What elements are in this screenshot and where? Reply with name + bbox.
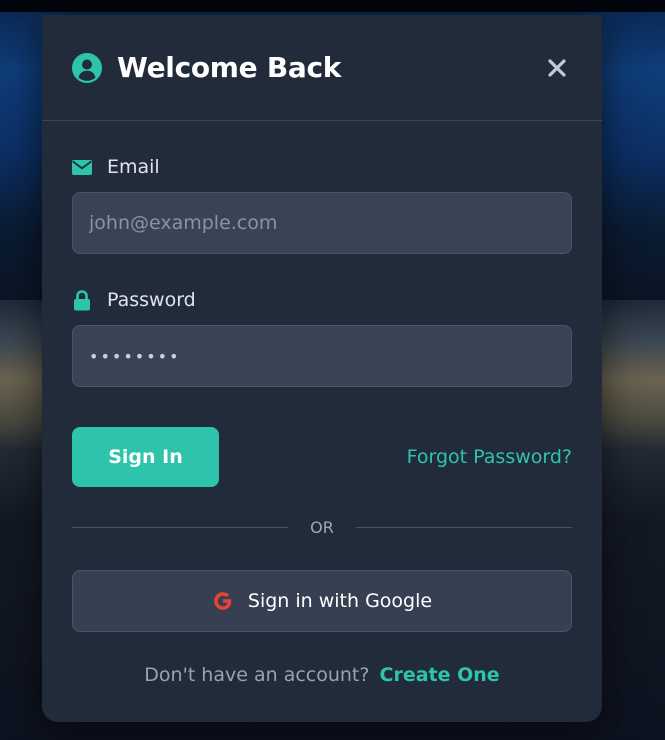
modal-header: Welcome Back xyxy=(42,15,602,121)
forgot-password-link[interactable]: Forgot Password? xyxy=(407,446,572,468)
envelope-icon xyxy=(72,159,92,175)
email-label-text: Email xyxy=(107,156,160,178)
user-circle-icon xyxy=(72,52,102,83)
form-actions: Sign In Forgot Password? xyxy=(72,427,572,487)
signup-prompt-text: Don't have an account? xyxy=(144,664,370,686)
password-label-text: Password xyxy=(107,289,196,311)
or-divider: OR xyxy=(72,518,572,537)
modal-title: Welcome Back xyxy=(117,51,342,84)
login-modal: Welcome Back Email john@example.com Pass… xyxy=(42,15,602,722)
signup-prompt: Don't have an account? Create One xyxy=(72,664,572,686)
close-icon[interactable] xyxy=(545,56,569,80)
email-input[interactable] xyxy=(72,192,572,254)
password-input[interactable] xyxy=(72,325,572,387)
google-button-label: Sign in with Google xyxy=(247,590,433,612)
password-label: Password xyxy=(72,288,572,312)
google-sign-in-button[interactable]: Sign in with Google xyxy=(72,570,572,632)
sign-in-button[interactable]: Sign In xyxy=(72,427,219,487)
lock-icon xyxy=(72,289,92,311)
modal-body: Email Password Sign In Forgot Password? … xyxy=(42,155,602,686)
create-account-link[interactable]: Create One xyxy=(380,664,500,686)
email-label: Email xyxy=(72,155,572,179)
divider-line-right xyxy=(355,527,572,528)
divider-line-left xyxy=(72,527,289,528)
divider-text: OR xyxy=(310,518,334,537)
google-icon xyxy=(212,590,234,612)
